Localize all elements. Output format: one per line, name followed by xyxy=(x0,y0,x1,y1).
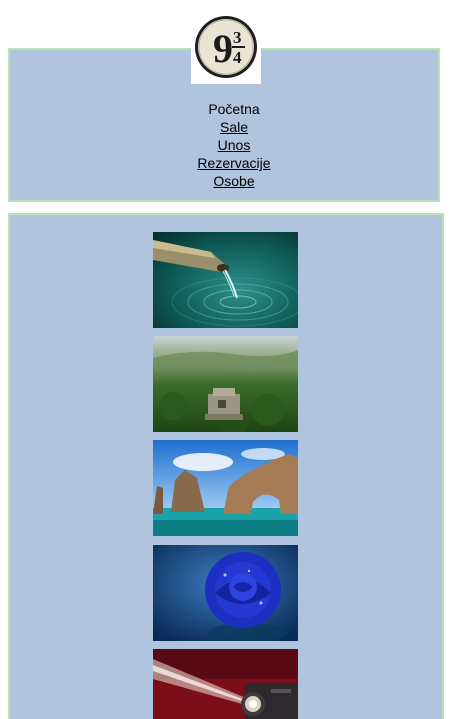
platform-nine-three-quarters-logo: 9 3 4 xyxy=(195,16,257,78)
logo-fraction-bottom: 4 xyxy=(233,48,242,67)
nav-link-sale[interactable]: Sale xyxy=(220,119,248,135)
nav-link-unos[interactable]: Unos xyxy=(218,137,251,153)
logo[interactable]: 9 3 4 xyxy=(191,14,261,84)
logo-digit: 9 xyxy=(213,26,233,71)
nav-link-osobe[interactable]: Osobe xyxy=(213,173,254,189)
gallery-image-bamboo-water[interactable] xyxy=(153,232,298,328)
gallery-image-blue-rose[interactable] xyxy=(153,545,298,641)
nav-item-pocetna[interactable]: Početna xyxy=(208,101,259,117)
logo-fraction-top: 3 xyxy=(233,28,242,47)
nav-link-rezervacije[interactable]: Rezervacije xyxy=(197,155,270,171)
gallery-image-rock-arch[interactable] xyxy=(153,440,298,536)
gallery-image-jungle-ruin[interactable] xyxy=(153,336,298,432)
page: 9 3 4 Početna Sale Unos Rezervacije Osob… xyxy=(0,0,468,719)
gallery-image-projector[interactable] xyxy=(153,649,298,719)
main-nav: Početna Sale Unos Rezervacije Osobe xyxy=(0,100,468,190)
